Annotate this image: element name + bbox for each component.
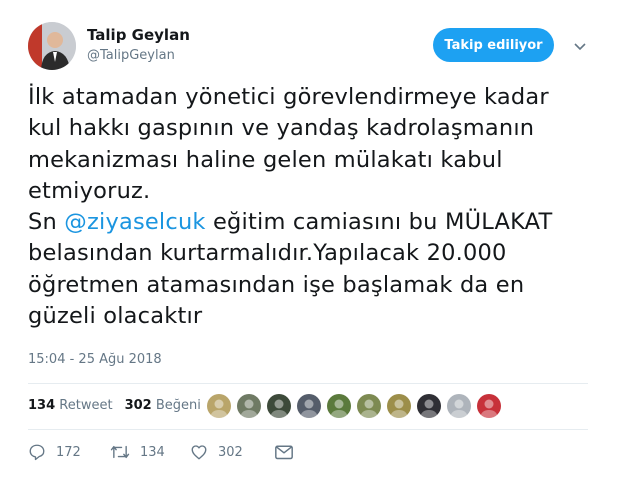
- divider: [28, 383, 588, 384]
- retweet-stat-count: 134: [28, 398, 56, 413]
- like-button[interactable]: 302: [190, 443, 274, 461]
- user-handle[interactable]: @TalipGeylan: [87, 48, 175, 63]
- retweet-button[interactable]: 134: [110, 443, 190, 461]
- liker-avatar[interactable]: [357, 394, 381, 418]
- tweet-timestamp[interactable]: 15:04 - 25 Ağu 2018: [28, 352, 162, 367]
- tweet-line: mekanizması haline gelen mülakatı kabul: [28, 146, 503, 173]
- profile-avatar[interactable]: [28, 22, 76, 70]
- liker-avatar[interactable]: [387, 394, 411, 418]
- divider: [28, 429, 588, 430]
- tweet-line: belasından kurtarmalıdır.Yapılacak 20.00…: [28, 240, 507, 267]
- liker-avatar[interactable]: [297, 394, 321, 418]
- liker-avatar[interactable]: [417, 394, 441, 418]
- heart-icon: [191, 445, 207, 460]
- mention-link[interactable]: @ziyaselcuk: [64, 209, 205, 235]
- retweet-stat[interactable]: 134 Retweet: [28, 398, 113, 413]
- avatar-image: [28, 22, 76, 70]
- tweet-text: İlk atamadan yönetici görevlendirmeye ka…: [28, 82, 613, 332]
- tweet-line: kul hakkı gaspının ve yandaş kadrolaşman…: [28, 115, 535, 142]
- tweet-text-segment: eğitim camiasını bu MÜLAKAT: [205, 209, 553, 236]
- engagement-stats: 134 Retweet 302 Beğeni: [28, 398, 213, 413]
- liker-avatars: [207, 394, 507, 418]
- retweet-icon: [110, 445, 130, 459]
- liker-avatar[interactable]: [207, 394, 231, 418]
- liker-avatar[interactable]: [477, 394, 501, 418]
- chevron-down-icon[interactable]: [572, 38, 588, 54]
- display-name[interactable]: Talip Geylan: [87, 26, 190, 44]
- tweet-text-segment: Sn: [28, 209, 65, 236]
- envelope-icon: [275, 445, 293, 460]
- tweet-line: öğretmen atamasından işe başlamak da en: [28, 271, 525, 298]
- liker-avatar[interactable]: [237, 394, 261, 418]
- liker-avatar[interactable]: [267, 394, 291, 418]
- following-button[interactable]: Takip ediliyor: [433, 28, 554, 62]
- tweet-line: güzeli olacaktır: [28, 303, 203, 330]
- tweet-line: İlk atamadan yönetici görevlendirmeye ka…: [28, 84, 549, 110]
- like-stat-count: 302: [124, 398, 152, 413]
- reply-icon: [29, 444, 45, 461]
- reply-button[interactable]: 172: [28, 443, 110, 461]
- tweet-line: Sn @ziyaselcuk eğitim camiasını bu MÜLAK…: [28, 207, 613, 238]
- retweet-stat-label: Retweet: [59, 398, 113, 413]
- reply-count: 172: [56, 444, 81, 460]
- direct-message-button[interactable]: [274, 443, 304, 461]
- like-stat-label: Beğeni: [155, 398, 201, 413]
- tweet-line: etmiyoruz.: [28, 177, 151, 204]
- like-stat[interactable]: 302 Beğeni: [125, 398, 201, 413]
- liker-avatar[interactable]: [447, 394, 471, 418]
- like-count: 302: [218, 444, 243, 460]
- retweet-count: 134: [140, 444, 165, 460]
- liker-avatar[interactable]: [327, 394, 351, 418]
- tweet-actions: 172 134 302: [28, 443, 304, 461]
